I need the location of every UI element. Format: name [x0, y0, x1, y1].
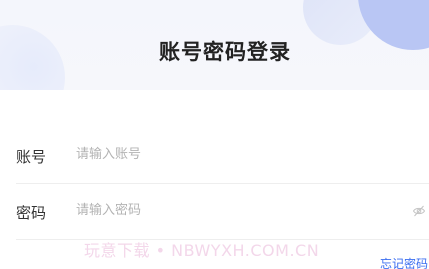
- login-page: 账号密码登录 账号 密码 玩意下载 • NBWYXH.COM.CN 忘记密码: [0, 0, 429, 269]
- password-row: 密码: [16, 184, 429, 240]
- account-label: 账号: [16, 148, 47, 166]
- password-input[interactable]: [76, 198, 376, 222]
- login-header: 账号密码登录: [0, 0, 429, 90]
- account-input[interactable]: [76, 142, 376, 166]
- eye-off-icon[interactable]: [412, 204, 426, 218]
- watermark-text: 玩意下载 • NBWYXH.COM.CN: [84, 241, 320, 260]
- forgot-password-link[interactable]: 忘记密码: [380, 255, 428, 269]
- password-label: 密码: [16, 204, 47, 222]
- page-title: 账号密码登录: [159, 40, 291, 64]
- account-row: 账号: [16, 128, 429, 184]
